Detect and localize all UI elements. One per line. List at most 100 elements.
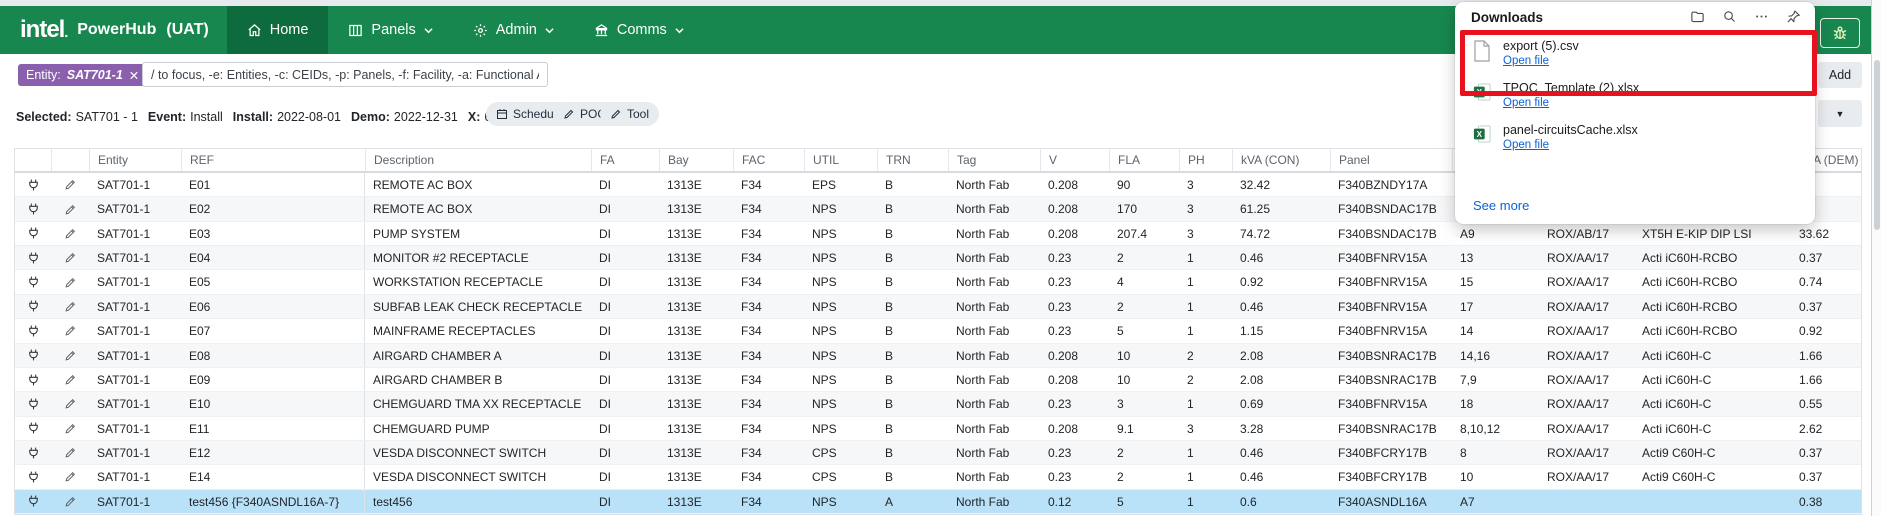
plug-icon[interactable] [15, 344, 51, 367]
table-row[interactable]: SAT701-1 E09 AIRGARD CHAMBER B DI 1313E F34 NP… [15, 367, 1861, 393]
column-filter-dropdown[interactable]: ▼ [1818, 100, 1862, 127]
tool-button[interactable]: Tool [600, 102, 660, 126]
column-header[interactable]: PH [1179, 149, 1232, 171]
table-cell: F34 [741, 324, 762, 339]
table-cell: REMOTE AC BOX [373, 178, 473, 192]
edit-pencil-icon[interactable] [51, 319, 89, 342]
table-cell: B [885, 299, 894, 314]
plug-icon[interactable] [15, 173, 51, 196]
plug-icon[interactable] [15, 197, 51, 220]
edit-pencil-icon[interactable] [51, 465, 89, 488]
edit-pencil-icon[interactable] [51, 344, 89, 367]
search-icon[interactable] [1722, 9, 1737, 24]
table-row[interactable]: SAT701-1 E14 VESDA DISCONNECT SWITCH DI 1313… [15, 465, 1861, 490]
chip-close-icon[interactable]: ✕ [129, 68, 139, 83]
plug-icon[interactable] [15, 417, 51, 440]
table-row[interactable]: SAT701-1 test456 {F340ASNDL16A-7} test456 D… [15, 489, 1861, 515]
table-row[interactable]: SAT701-1 E05 WORKSTATION RECEPTACLE DI 1313E… [15, 270, 1861, 295]
table-row[interactable]: SAT701-1 E10 CHEMGUARD TMA XX RECEPTACLE DI… [15, 392, 1861, 417]
download-item[interactable]: X panel-circuitsCache.xlsx Open file [1473, 122, 1801, 160]
column-header[interactable] [51, 149, 89, 171]
plug-icon[interactable] [15, 319, 51, 342]
table-row[interactable]: SAT701-1 E08 AIRGARD CHAMBER A DI 1313E F34 NP… [15, 343, 1861, 368]
download-item[interactable]: X TPOC_Template (2).xlsx Open file [1473, 80, 1801, 118]
excel-file-icon: X [1473, 82, 1491, 107]
edit-pencil-icon[interactable] [51, 441, 89, 464]
plug-icon[interactable] [15, 368, 51, 391]
table-cell: 10 [1117, 348, 1131, 363]
column-header[interactable]: FLA [1109, 149, 1179, 171]
svg-text:X: X [1477, 130, 1483, 139]
edit-pencil-icon[interactable] [51, 417, 89, 440]
plug-icon[interactable] [15, 222, 51, 245]
open-file-link[interactable]: Open file [1503, 55, 1549, 67]
column-header[interactable]: REF [181, 149, 365, 171]
environment-tag: (UAT) [166, 21, 209, 38]
table-cell: 1313E [667, 251, 702, 266]
column-header[interactable]: Bay [659, 149, 733, 171]
entity-filter-chip[interactable]: Entity: SAT701-1 ✕ [18, 64, 148, 86]
column-header[interactable]: UTIL [804, 149, 877, 171]
table-cell: 170 [1117, 202, 1138, 217]
edit-pencil-icon[interactable] [51, 197, 89, 220]
edit-pencil-icon[interactable] [51, 173, 89, 196]
open-file-link[interactable]: Open file [1503, 139, 1549, 151]
table-row[interactable]: SAT701-1 E03 PUMP SYSTEM DI 1313E F34 NPS B Nort… [15, 221, 1861, 247]
table-cell: 1313E [667, 421, 702, 436]
table-row[interactable]: SAT701-1 E12 VESDA DISCONNECT SWITCH DI 1313… [15, 440, 1861, 466]
add-button[interactable]: Add [1818, 62, 1862, 88]
column-header[interactable]: FA [591, 149, 659, 171]
table-row[interactable]: SAT701-1 E11 CHEMGUARD PUMP DI 1313E F34 NPS B N… [15, 416, 1861, 441]
table-cell: B [885, 421, 894, 436]
search-input[interactable] [142, 62, 548, 87]
open-file-link[interactable]: Open file [1503, 97, 1549, 109]
edit-pencil-icon[interactable] [51, 368, 89, 391]
table-cell: 0.37 [1799, 299, 1823, 314]
table-row[interactable]: SAT701-1 E07 MAINFRAME RECEPTACLES DI 1313E F… [15, 319, 1861, 344]
folder-icon[interactable] [1690, 9, 1705, 24]
table-cell: DI [599, 421, 611, 436]
nav-item-home[interactable]: Home [226, 6, 329, 54]
plug-icon[interactable] [15, 490, 51, 513]
debug-bug-button[interactable] [1820, 18, 1860, 48]
table-cell: Acti iC60H-C [1642, 421, 1712, 436]
column-header[interactable] [15, 149, 51, 171]
nav-item-comms[interactable]: Comms [574, 6, 704, 54]
edit-pencil-icon[interactable] [51, 295, 89, 318]
column-header[interactable]: V [1040, 149, 1109, 171]
nav-item-admin[interactable]: Admin [453, 6, 574, 54]
table-cell: SAT701-1 [97, 372, 151, 387]
see-more-link[interactable]: See more [1473, 198, 1529, 213]
plug-icon[interactable] [15, 270, 51, 293]
column-header[interactable]: Panel [1330, 149, 1452, 171]
vertical-scrollbar[interactable] [1871, 0, 1881, 516]
table-cell: DI [599, 178, 611, 192]
table-row[interactable]: SAT701-1 E06 SUBFAB LEAK CHECK RECEPTACLE D… [15, 294, 1861, 320]
more-options-icon[interactable] [1754, 9, 1769, 24]
pin-icon[interactable] [1786, 9, 1801, 24]
file-icon [1473, 40, 1491, 67]
edit-pencil-icon[interactable] [51, 246, 89, 269]
edit-pencil-icon[interactable] [51, 270, 89, 293]
table-cell: B [885, 275, 894, 290]
column-header[interactable]: Tag [948, 149, 1040, 171]
download-item[interactable]: export (5).csv Open file [1473, 38, 1801, 76]
plug-icon[interactable] [15, 295, 51, 318]
column-header[interactable]: kVA (CON) [1232, 149, 1330, 171]
scrollbar-thumb[interactable] [1874, 60, 1880, 230]
column-header[interactable]: TRN [877, 149, 948, 171]
plug-icon[interactable] [15, 465, 51, 488]
edit-pencil-icon[interactable] [51, 490, 89, 513]
plug-icon[interactable] [15, 392, 51, 415]
table-cell: ROX/AA/17 [1547, 397, 1610, 412]
column-header[interactable]: Entity [89, 149, 181, 171]
plug-icon[interactable] [15, 246, 51, 269]
plug-icon[interactable] [15, 441, 51, 464]
table-cell: B [885, 372, 894, 387]
edit-pencil-icon[interactable] [51, 222, 89, 245]
table-row[interactable]: SAT701-1 E04 MONITOR #2 RECEPTACLE DI 1313E F… [15, 246, 1861, 271]
edit-pencil-icon[interactable] [51, 392, 89, 415]
nav-item-panels[interactable]: Panels [328, 6, 452, 54]
column-header[interactable]: FAC [733, 149, 804, 171]
column-header[interactable]: Description [365, 149, 591, 171]
